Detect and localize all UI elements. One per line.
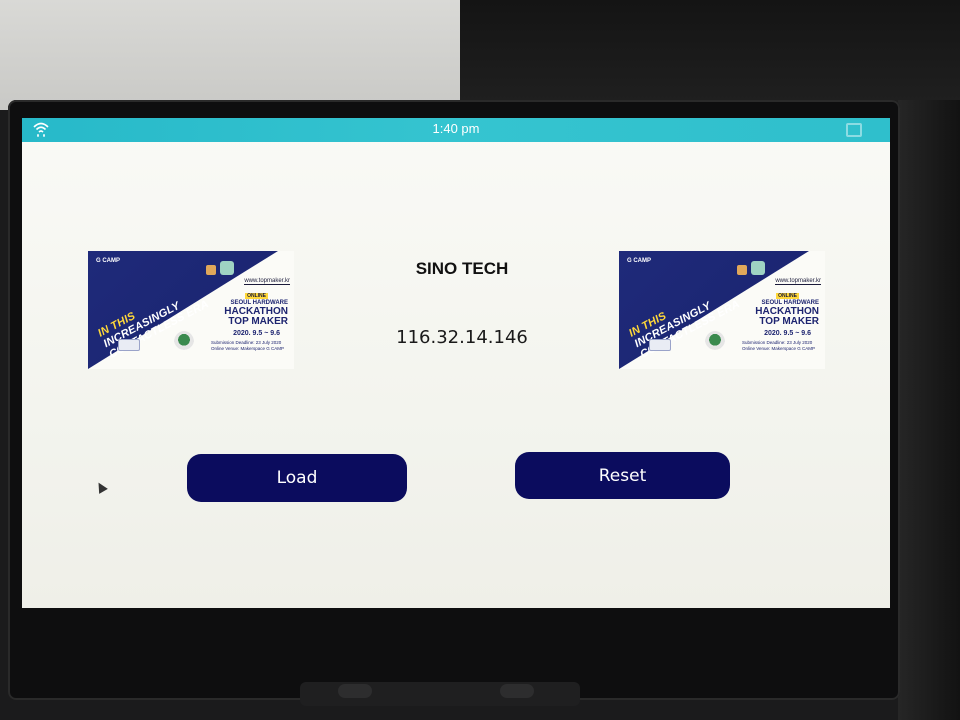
banner-logo: G CAMP	[96, 258, 120, 264]
window-icon[interactable]	[846, 123, 862, 137]
ip-address: 116.32.14.146	[396, 327, 528, 348]
banner-deadline: Submission Deadline: 23 July 2020 Online…	[741, 340, 815, 351]
banner-url: www.topmaker.kr	[244, 278, 290, 285]
banner-event-title: SEOUL HARDWARE HACKATHON TOP MAKER	[755, 300, 819, 327]
banner-deadline: Submission Deadline: 23 July 2020 Online…	[210, 340, 284, 351]
vending-icon	[220, 261, 234, 275]
banner-event-title: SEOUL HARDWARE HACKATHON TOP MAKER	[224, 300, 288, 327]
stand-knob-left	[338, 684, 372, 698]
banner-dates: 2020. 9.5 ~ 9.6	[764, 330, 811, 337]
status-time: 1:40 pm	[432, 121, 480, 136]
app-screen: 1:40 pm G CAMP IN THIS INCREASINGLY CONT…	[22, 118, 890, 608]
page-title: SINO TECH	[415, 259, 509, 278]
event-banner-right: G CAMP IN THIS INCREASINGLY CONTACTLESS …	[619, 251, 825, 369]
banner-logo: G CAMP	[627, 258, 651, 264]
background-wall	[0, 0, 460, 110]
package-icon	[206, 265, 216, 275]
load-button[interactable]: Load	[187, 454, 407, 502]
status-bar: 1:40 pm	[22, 118, 890, 142]
banner-dates: 2020. 9.5 ~ 9.6	[233, 330, 280, 337]
mouse-cursor-icon	[94, 480, 108, 494]
package-icon	[737, 265, 747, 275]
background-side	[898, 100, 960, 720]
van-icon	[118, 339, 140, 351]
reset-button[interactable]: Reset	[515, 452, 730, 499]
vending-icon	[751, 261, 765, 275]
rider-icon	[174, 331, 194, 353]
stand-knob-right	[500, 684, 534, 698]
event-banner-left: G CAMP IN THIS INCREASINGLY CONTACTLESS …	[88, 251, 294, 369]
background-dark	[460, 0, 960, 110]
rider-icon	[705, 331, 725, 353]
banner-url: www.topmaker.kr	[775, 278, 821, 285]
van-icon	[649, 339, 671, 351]
